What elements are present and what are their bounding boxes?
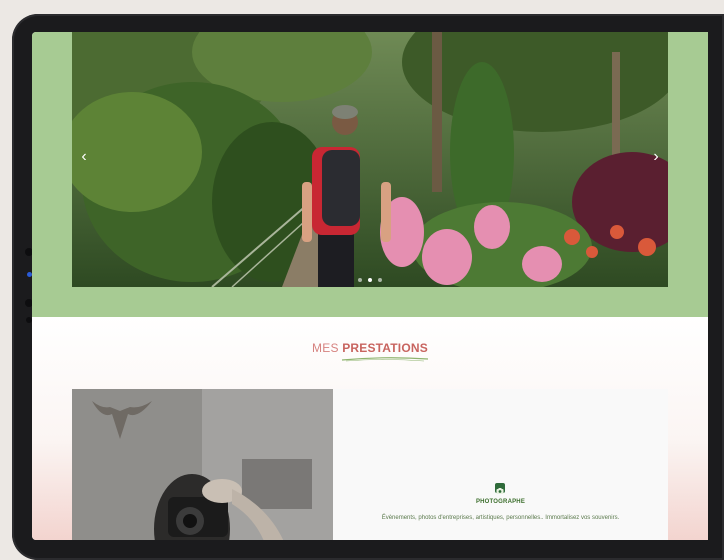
service-card-body: PHOTOGRAPHE Évènements, photos d'entrepr… <box>333 389 668 540</box>
carousel-prev-button[interactable]: ‹ <box>76 149 92 165</box>
camera-icon <box>495 483 505 494</box>
carousel-dot-active[interactable] <box>368 278 372 282</box>
section-title-bold: PRESTATIONS <box>342 341 428 355</box>
carousel-next-button[interactable]: › <box>648 149 664 165</box>
section-title-light: MES <box>312 341 343 355</box>
service-title: PHOTOGRAPHE <box>475 499 526 505</box>
hero-carousel[interactable]: ‹ › <box>72 32 668 287</box>
carousel-dots <box>358 278 382 282</box>
service-description: Évènements, photos d'entreprises, artist… <box>381 515 620 521</box>
carousel-dot[interactable] <box>378 278 382 282</box>
photographer-photo <box>72 389 333 540</box>
hero-image <box>72 32 668 287</box>
carousel-dot[interactable] <box>358 278 362 282</box>
section-title: MES PRESTATIONS <box>32 341 708 355</box>
service-card[interactable]: PHOTOGRAPHE Évènements, photos d'entrepr… <box>72 389 668 540</box>
services-section: MES PRESTATIONS PHOTOGRAPHE Évènements, … <box>32 317 708 540</box>
title-underline-decoration <box>341 357 429 362</box>
screen: ‹ › MES PRESTATIONS PHOTOGRAPHE Évènemen… <box>32 32 708 540</box>
